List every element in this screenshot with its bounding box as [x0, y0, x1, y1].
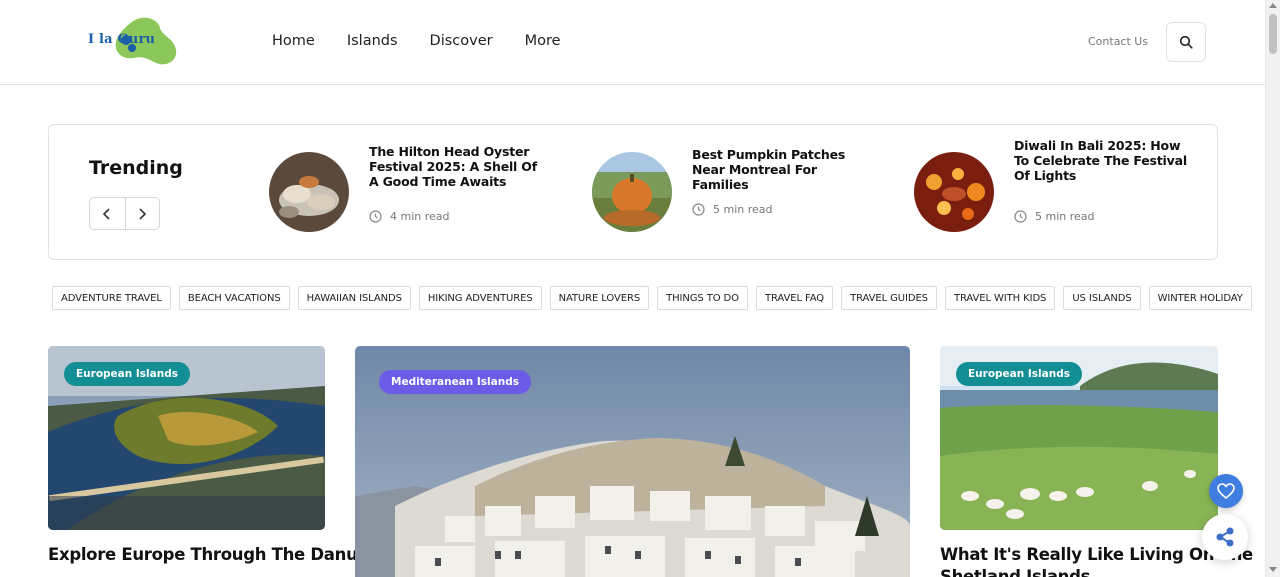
tag-adventure-travel[interactable]: ADVENTURE TRAVEL: [52, 286, 171, 310]
trending-item-title[interactable]: Best Pumpkin Patches Near Montreal For F…: [692, 147, 867, 192]
scroll-up-arrow-icon[interactable]: [1269, 3, 1277, 8]
chevron-left-icon: [103, 207, 110, 220]
trending-item-title[interactable]: The Hilton Head Oyster Festival 2025: A …: [369, 144, 544, 189]
heart-icon: [1217, 483, 1235, 499]
article-title-line2[interactable]: Shetland Islands: [940, 567, 1090, 577]
favorite-button[interactable]: [1209, 474, 1243, 508]
read-time-text: 5 min read: [1035, 210, 1095, 223]
trending-read-time: 5 min read: [692, 203, 773, 216]
trending-next-button[interactable]: [124, 198, 160, 229]
tag-travel-with-kids[interactable]: TRAVEL WITH KIDS: [944, 286, 1056, 310]
trending-arrows: [89, 197, 160, 230]
trending-thumbnail[interactable]: [269, 152, 349, 232]
trending-prev-button[interactable]: [90, 198, 125, 229]
article-title[interactable]: Explore Europe Through The Danube: [48, 544, 380, 566]
trending-thumbnail[interactable]: [592, 152, 672, 232]
tag-travel-faq[interactable]: TRAVEL FAQ: [755, 286, 834, 310]
category-badge[interactable]: European Islands: [64, 362, 190, 386]
read-time-text: 4 min read: [390, 210, 450, 223]
category-badge[interactable]: European Islands: [956, 362, 1082, 386]
nav-home[interactable]: Home: [272, 33, 315, 49]
search-button[interactable]: [1166, 22, 1206, 62]
trending-read-time: 4 min read: [369, 210, 450, 223]
trending-title: Trending: [89, 157, 183, 179]
nav-more[interactable]: More: [525, 33, 561, 49]
logo-text: I la Guru: [88, 32, 156, 47]
main-nav: Home Islands Discover More: [272, 33, 593, 49]
scrollbar-thumb[interactable]: [1269, 14, 1277, 54]
clock-icon: [1014, 210, 1027, 223]
trending-thumbnail[interactable]: [914, 152, 994, 232]
tag-nature-lovers[interactable]: NATURE LOVERS: [549, 286, 650, 310]
share-button[interactable]: [1202, 514, 1248, 560]
trending-read-time: 5 min read: [1014, 210, 1095, 223]
tag-hiking-adventures[interactable]: HIKING ADVENTURES: [418, 286, 542, 310]
trending-section: Trending The Hilton Head Oyster Festival…: [48, 124, 1218, 260]
nav-islands[interactable]: Islands: [347, 33, 398, 49]
site-logo[interactable]: I la Guru: [88, 14, 180, 68]
tag-us-islands[interactable]: US ISLANDS: [1063, 286, 1141, 310]
clock-icon: [692, 203, 705, 216]
page-scrollbar[interactable]: [1265, 0, 1280, 577]
tag-beach-vacations[interactable]: BEACH VACATIONS: [178, 286, 290, 310]
share-icon: [1216, 527, 1234, 547]
tag-winter-holiday[interactable]: WINTER HOLIDAY: [1148, 286, 1252, 310]
nav-discover[interactable]: Discover: [430, 33, 493, 49]
tag-travel-guides[interactable]: TRAVEL GUIDES: [841, 286, 937, 310]
tag-things-to-do[interactable]: THINGS TO DO: [657, 286, 748, 310]
contact-link[interactable]: Contact Us: [1088, 35, 1148, 48]
scroll-down-arrow-icon[interactable]: [1269, 567, 1277, 572]
category-badge[interactable]: Mediteranean Islands: [379, 370, 531, 394]
tag-hawaiian-islands[interactable]: HAWAIIAN ISLANDS: [297, 286, 411, 310]
chevron-right-icon: [139, 207, 147, 220]
trending-item-title[interactable]: Diwali In Bali 2025: How To Celebrate Th…: [1014, 138, 1189, 183]
read-time-text: 5 min read: [713, 203, 773, 216]
clock-icon: [369, 210, 382, 223]
site-header: I la Guru Home Islands Discover More Con…: [0, 0, 1265, 85]
search-icon: [1179, 35, 1193, 49]
tag-list: ADVENTURE TRAVEL BEACH VACATIONS HAWAIIA…: [52, 286, 1260, 310]
